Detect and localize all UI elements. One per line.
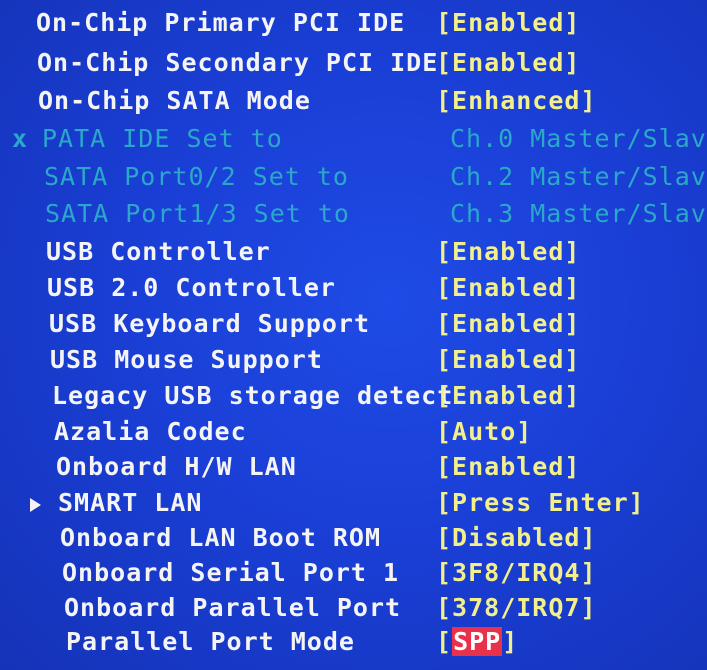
bracket-close: ] [502,627,519,656]
setting-label: USB Controller [46,237,271,266]
setting-label: USB Mouse Support [50,345,323,374]
setting-label: SATA Port0/2 Set to [44,162,349,191]
setting-label: PATA IDE Set to [42,124,283,153]
setting-label: SMART LAN [58,488,203,517]
setting-parallel-port-mode[interactable]: Parallel Port Mode [SPP] [0,625,707,659]
setting-onchip-primary-pci-ide[interactable]: On-Chip Primary PCI IDE [Enabled] [0,6,707,40]
setting-onchip-secondary-pci-ide[interactable]: On-Chip Secondary PCI IDE [Enabled] [0,46,707,80]
disabled-marker: x [12,124,29,153]
setting-label: Azalia Codec [54,417,247,446]
setting-value[interactable]: [Disabled] [436,521,597,555]
setting-usb-2-controller[interactable]: USB 2.0 Controller [Enabled] [0,271,707,305]
setting-sata-port13-set-to: SATA Port1/3 Set to Ch.3 Master/Slave [0,197,707,231]
setting-onchip-sata-mode[interactable]: On-Chip SATA Mode [Enhanced] [0,84,707,118]
setting-onboard-lan-boot-rom[interactable]: Onboard LAN Boot ROM [Disabled] [0,521,707,555]
setting-label: Legacy USB storage detect [52,381,454,410]
setting-smart-lan-submenu[interactable]: SMART LAN [Press Enter] [0,486,707,520]
setting-value[interactable]: [Enabled] [436,379,580,413]
setting-onboard-serial-port-1[interactable]: Onboard Serial Port 1 [3F8/IRQ4] [0,556,707,590]
setting-value[interactable]: [Enabled] [436,343,580,377]
setting-value[interactable]: [3F8/IRQ4] [436,556,597,590]
setting-value[interactable]: [SPP] [436,625,518,659]
setting-value[interactable]: [378/IRQ7] [436,591,597,625]
submenu-arrow-icon [30,498,41,512]
selected-value-highlight[interactable]: SPP [452,627,503,656]
setting-usb-controller[interactable]: USB Controller [Enabled] [0,235,707,269]
setting-label: USB Keyboard Support [49,309,371,338]
bracket-open: [ [436,627,453,656]
setting-value[interactable]: [Auto] [436,415,532,449]
setting-value[interactable]: [Enabled] [436,235,580,269]
setting-value: Ch.2 Master/Slave [450,162,707,191]
setting-onboard-parallel-port[interactable]: Onboard Parallel Port [378/IRQ7] [0,591,707,625]
setting-value[interactable]: [Enabled] [436,6,580,40]
setting-label: On-Chip SATA Mode [38,86,311,115]
setting-sata-port02-set-to: SATA Port0/2 Set to Ch.2 Master/Slave [0,160,707,194]
setting-label: On-Chip Primary PCI IDE [36,8,406,37]
setting-usb-keyboard-support[interactable]: USB Keyboard Support [Enabled] [0,307,707,341]
setting-value[interactable]: [Enabled] [436,307,580,341]
setting-usb-mouse-support[interactable]: USB Mouse Support [Enabled] [0,343,707,377]
setting-label: Parallel Port Mode [66,627,355,656]
setting-value: Ch.3 Master/Slave [450,199,707,228]
setting-label: SATA Port1/3 Set to [45,199,350,228]
setting-label: Onboard H/W LAN [56,452,297,481]
setting-pata-ide-set-to: x PATA IDE Set to Ch.0 Master/Slave [0,122,707,156]
setting-onboard-hw-lan[interactable]: Onboard H/W LAN [Enabled] [0,450,707,484]
setting-value[interactable]: [Enabled] [436,271,580,305]
setting-azalia-codec[interactable]: Azalia Codec [Auto] [0,415,707,449]
setting-value: Ch.0 Master/Slave [450,124,707,153]
setting-label: On-Chip Secondary PCI IDE [37,48,439,77]
setting-label: Onboard Parallel Port [64,593,402,622]
setting-value[interactable]: [Press Enter] [436,486,645,520]
setting-label: Onboard Serial Port 1 [62,558,400,587]
setting-value[interactable]: [Enabled] [436,46,580,80]
setting-value[interactable]: [Enabled] [436,450,580,484]
setting-legacy-usb-storage-detect[interactable]: Legacy USB storage detect [Enabled] [0,379,707,413]
setting-label: Onboard LAN Boot ROM [60,523,382,552]
setting-value[interactable]: [Enhanced] [436,84,597,118]
setting-label: USB 2.0 Controller [47,273,336,302]
